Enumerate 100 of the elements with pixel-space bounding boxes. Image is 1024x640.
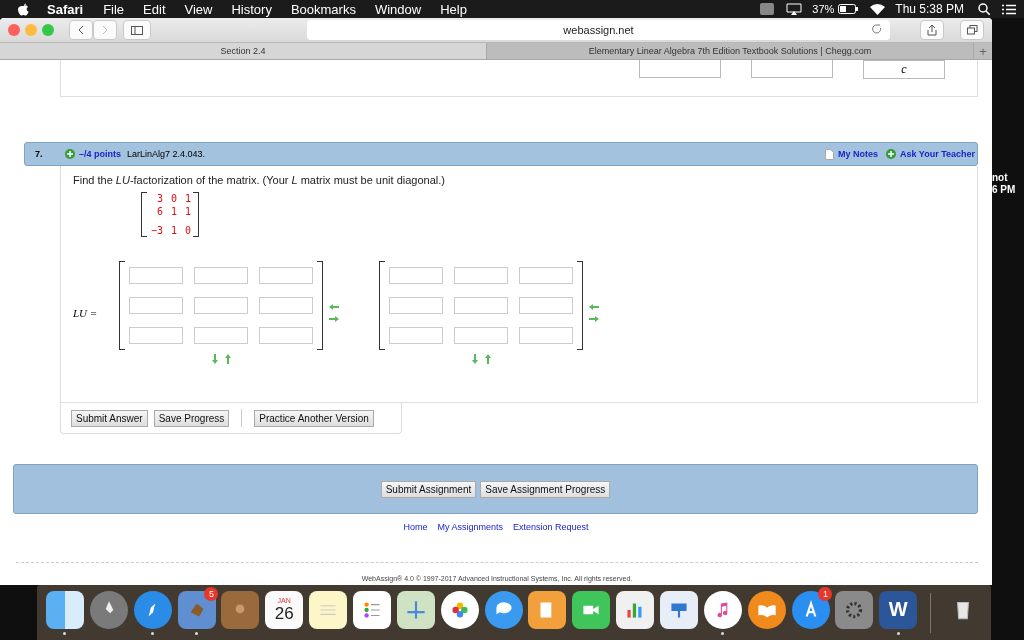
submit-answer-button[interactable]: Submit Answer — [71, 409, 148, 427]
answer-field[interactable] — [194, 267, 248, 284]
notepad-icon[interactable] — [309, 590, 348, 629]
letter-label: W — [888, 598, 908, 621]
minimize-button[interactable] — [25, 24, 37, 37]
my-notes-link[interactable]: My Notes — [837, 149, 878, 159]
letter-a-icon[interactable] — [791, 590, 830, 629]
answer-field[interactable]: c — [863, 60, 945, 79]
menu-item[interactable]: History — [231, 1, 272, 17]
assignment-button[interactable]: Submit Assignment — [380, 480, 477, 498]
share-icon — [927, 24, 937, 37]
plus-icon[interactable] — [885, 149, 896, 159]
menu-item[interactable]: File — [103, 1, 125, 17]
document-icon[interactable]: W — [879, 590, 918, 629]
notification-badge: 1 — [818, 586, 833, 601]
tabs-icon — [966, 25, 978, 36]
list-icon[interactable] — [352, 590, 391, 629]
answer-field[interactable] — [194, 327, 248, 344]
search-icon[interactable] — [978, 3, 990, 15]
back-button[interactable] — [69, 20, 93, 41]
answer-field[interactable] — [454, 327, 508, 344]
answer-field[interactable] — [454, 297, 508, 314]
music-note-icon[interactable] — [703, 590, 742, 629]
display-icon[interactable] — [786, 3, 803, 15]
list-icon[interactable] — [1002, 3, 1016, 15]
battery-percent: 37% — [812, 3, 835, 15]
menu-item[interactable]: View — [184, 1, 213, 17]
answer-field[interactable] — [639, 60, 721, 78]
answer-field[interactable] — [389, 267, 443, 284]
video-camera-icon[interactable] — [572, 590, 611, 629]
split-square-icon[interactable] — [45, 590, 84, 629]
day-number: 26 — [274, 605, 294, 623]
menu-item[interactable]: Edit — [143, 1, 166, 17]
battery-icon[interactable] — [838, 4, 859, 14]
answer-field[interactable] — [129, 327, 183, 344]
rocket-icon[interactable] — [89, 590, 128, 629]
question-code: LarLinAlg7 2.4.043. — [127, 149, 206, 159]
answer-field[interactable] — [519, 327, 573, 344]
clock[interactable]: Thu 5:38 PM — [895, 2, 964, 16]
chevron-right-icon — [102, 25, 108, 36]
answer-field[interactable] — [259, 297, 313, 314]
given-matrix: 3 0 1 6 1 1 −3 1 0 — [149, 192, 192, 237]
share-button[interactable] — [920, 20, 944, 41]
app-menu[interactable]: Safari — [47, 1, 84, 17]
assignment-button[interactable]: Save Assignment Progress — [480, 480, 611, 498]
answer-field[interactable] — [389, 297, 443, 314]
tabs-button[interactable] — [960, 20, 984, 41]
answer-field[interactable] — [259, 327, 313, 344]
address-book-icon[interactable] — [221, 590, 260, 629]
stamp-icon[interactable] — [177, 590, 216, 629]
practice-version-button[interactable]: Practice Another Version — [254, 409, 374, 427]
menu-item[interactable]: Window — [374, 1, 422, 17]
right-arrow-icon[interactable] — [589, 315, 599, 322]
gear-icon[interactable] — [835, 590, 874, 629]
close-button[interactable] — [8, 24, 20, 37]
browser-tab[interactable]: Section 2.4 — [0, 43, 487, 59]
down-arrow-icon[interactable] — [469, 354, 480, 364]
right-arrow-icon[interactable] — [329, 315, 339, 322]
podium-icon[interactable] — [659, 590, 698, 629]
address-bar[interactable]: webassign.net — [307, 20, 890, 41]
wifi-icon[interactable] — [870, 3, 886, 15]
menu-item[interactable]: Bookmarks — [290, 1, 356, 17]
forward-button[interactable] — [93, 20, 117, 41]
flower-icon[interactable] — [440, 590, 479, 629]
notification-badge: 5 — [204, 586, 219, 601]
answer-field[interactable] — [454, 267, 508, 284]
answer-field[interactable] — [519, 297, 573, 314]
footer-link[interactable]: Extension Request — [513, 522, 589, 532]
reload-icon[interactable] — [872, 24, 882, 35]
save-progress-button[interactable]: Save Progress — [153, 409, 230, 427]
ask-teacher-link[interactable]: Ask Your Teacher — [899, 149, 975, 159]
up-arrow-icon[interactable] — [222, 354, 233, 364]
open-book-icon[interactable] — [747, 590, 786, 629]
menu-item[interactable]: Help — [440, 1, 467, 17]
down-arrow-icon[interactable] — [209, 354, 220, 364]
compass-icon[interactable] — [133, 590, 172, 629]
note-icon[interactable] — [824, 148, 834, 160]
zoom-button[interactable] — [42, 24, 54, 37]
sidebar-button[interactable] — [123, 20, 151, 41]
pen-paper-icon[interactable] — [528, 590, 567, 629]
chevron-left-icon — [78, 25, 84, 36]
plus-icon[interactable] — [65, 149, 75, 159]
footer-link[interactable]: Home — [403, 522, 428, 532]
answer-field[interactable] — [389, 327, 443, 344]
up-arrow-icon[interactable] — [482, 354, 493, 364]
answer-field[interactable] — [751, 60, 833, 78]
answer-field[interactable] — [519, 267, 573, 284]
answer-field[interactable] — [129, 267, 183, 284]
left-arrow-icon[interactable] — [589, 303, 599, 310]
answer-field[interactable] — [194, 297, 248, 314]
speech-bubble-icon[interactable] — [484, 590, 523, 629]
question-prompt: Find the LU-factorization of the matrix. (Your L matrix must be unit diagonal.) — [73, 174, 446, 186]
answer-field[interactable] — [129, 297, 183, 314]
left-arrow-icon[interactable] — [329, 303, 339, 310]
footer-link[interactable]: My Assignments — [437, 522, 503, 532]
answer-field[interactable] — [259, 267, 313, 284]
sidebar-icon — [131, 25, 143, 35]
bar-chart-icon[interactable] — [616, 590, 655, 629]
apple-icon[interactable] — [18, 2, 29, 16]
question-number: 7. — [35, 149, 44, 159]
